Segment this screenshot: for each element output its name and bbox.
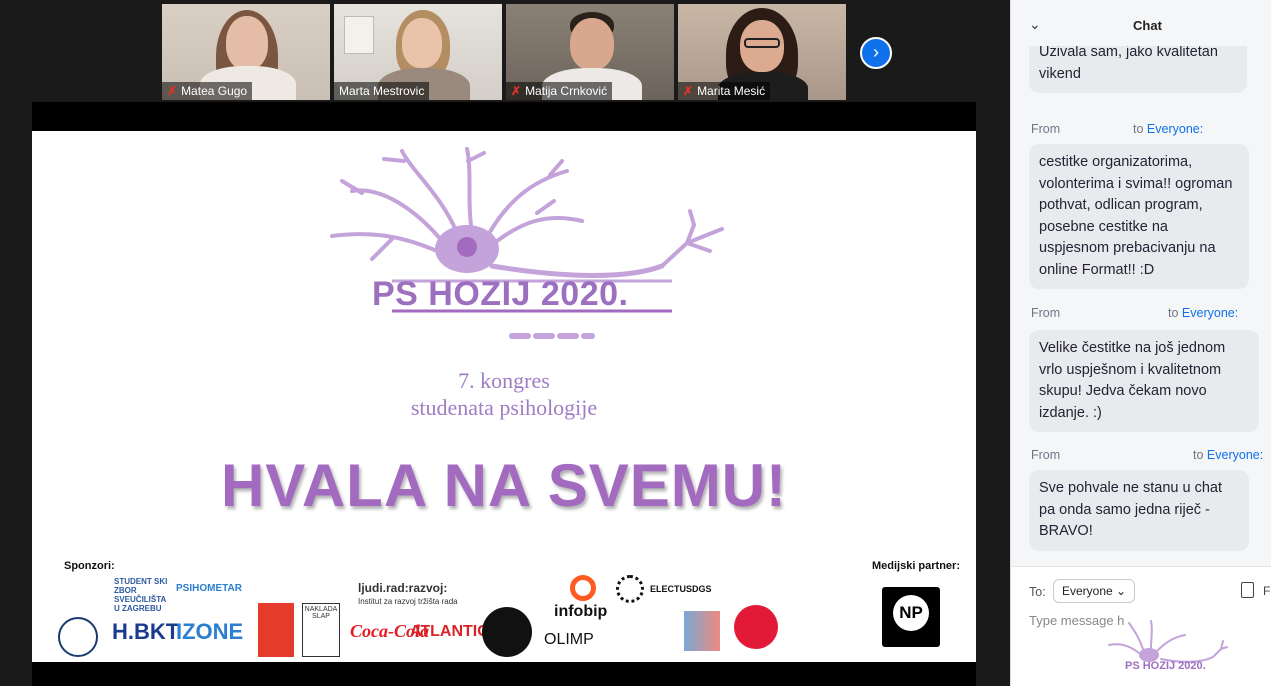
chat-message-recipient: to Everyone:: [1133, 122, 1204, 136]
sponsor-logo-olimp: OLIMP: [544, 631, 594, 648]
mic-muted-icon: ✗: [683, 84, 694, 98]
sponsor-logo-izone: IZONE: [176, 619, 244, 644]
slide-subtitle-line1: 7. kongres: [458, 368, 550, 393]
participant-name-tag: ✗ Matija Crnković: [506, 82, 613, 100]
participant-name-tag: Marta Mestrovic: [334, 82, 430, 100]
file-icon[interactable]: [1241, 582, 1254, 598]
participant-video-tile[interactable]: ✗ Matea Gugo: [162, 4, 330, 100]
chat-panel: Uzivala sam, jako kvalitetan vikend From…: [1010, 0, 1271, 686]
glasses: [744, 38, 780, 48]
participant-name: Matea Gugo: [181, 84, 248, 98]
file-button-label[interactable]: F: [1263, 584, 1270, 598]
sponsor-logo-orange-ring: [570, 575, 596, 601]
chat-message-bubble: Uzivala sam, jako kvalitetan vikend: [1029, 46, 1247, 93]
sponsor-logo-psihometar: PSIHOMETAR: [176, 583, 242, 594]
media-partner-logo: NP: [882, 587, 940, 647]
chat-message-from: From: [1031, 448, 1061, 462]
chevron-down-icon: ⌄: [1116, 584, 1127, 598]
chat-message-bubble: cestitke organizatorima, volonterima i s…: [1029, 144, 1249, 289]
sponsor-logo-naklada-slap: NAKLADA SLAP: [302, 603, 340, 657]
participant-name-tag: ✗ Marita Mesić: [678, 82, 771, 100]
sponsor-logo-red-tree: [258, 603, 294, 657]
mic-muted-icon: ✗: [167, 84, 178, 98]
slide-subtitle-line2: studenata psihologije: [410, 395, 598, 420]
participant-video-tile[interactable]: ✗ Marita Mesić: [678, 4, 846, 100]
sponsors-label: Sponzori:: [64, 560, 115, 572]
to-label: To:: [1029, 585, 1046, 599]
meeting-area: ✗ Matea Gugo Marta Mestrovic ✗ Matija Cr…: [0, 0, 1010, 686]
participant-name: Matija Crnković: [525, 84, 608, 98]
sponsor-logo-hbkt: H.BKT: [112, 619, 180, 644]
media-partner-label: Medijski partner:: [871, 560, 960, 572]
participant-name: Marita Mesić: [697, 84, 766, 98]
sponsor-logo-hpk-seal: [58, 617, 98, 657]
next-participants-button[interactable]: ›: [860, 37, 892, 69]
congress-logo-text: PS HOZIJ 2020.: [372, 275, 629, 313]
chat-message-bubble: Sve pohvale ne stanu u chat pa onda samo…: [1029, 470, 1249, 551]
sponsor-logo-institut: Institut za razvoj tržišta rada: [358, 597, 458, 606]
sponsor-logo-b-circle: [734, 605, 778, 649]
sponsor-logo-electusdgs: ELECTUSDGS: [650, 584, 712, 594]
sponsor-logo-igw: [482, 607, 532, 657]
participant-strip: ✗ Matea Gugo Marta Mestrovic ✗ Matija Cr…: [162, 4, 846, 100]
shared-slide: PS HOZIJ 2020. 7. kongres studenata psih…: [32, 131, 976, 662]
sponsor-logo-student-zbor: STUDENT SKI ZBOR SVEUČILIŠTA U ZAGREBU: [114, 577, 168, 613]
participant-video-tile-active-speaker[interactable]: Marta Mestrovic: [334, 4, 502, 100]
chat-message-from: From: [1031, 306, 1061, 320]
chat-header: ⌄ Chat: [1011, 0, 1271, 46]
chat-compose-area: To: Everyone ⌄ F Type message h PS HOZIJ…: [1011, 566, 1271, 686]
recipient-select[interactable]: Everyone ⌄: [1053, 579, 1136, 603]
wall-frame: [344, 16, 374, 54]
watermark-logo-text: PS HOZIJ 2020.: [1125, 660, 1206, 672]
sponsor-logo-faculty-cross: [684, 611, 720, 651]
chevron-right-icon: ›: [873, 42, 879, 62]
mic-muted-icon: ✗: [511, 84, 522, 98]
participant-video-tile[interactable]: ✗ Matija Crnković: [506, 4, 674, 100]
sponsor-logo-dotted-ring: [616, 575, 644, 603]
participant-name-tag: ✗ Matea Gugo: [162, 82, 253, 100]
sponsor-logo-infobip: infobip: [554, 603, 608, 620]
zoom-window: ✗ Matea Gugo Marta Mestrovic ✗ Matija Cr…: [0, 0, 1271, 686]
chat-message-from: From: [1031, 122, 1061, 136]
chat-message-recipient: to Everyone:: [1168, 306, 1239, 320]
participant-name: Marta Mestrovic: [339, 84, 425, 98]
chat-message-bubble: Velike čestitke na još jednom vrlo uspje…: [1029, 330, 1259, 432]
chat-message-list[interactable]: Uzivala sam, jako kvalitetan vikend From…: [1011, 46, 1271, 566]
slide-headline: HVALA NA SVEMU!: [220, 452, 788, 519]
chat-title: Chat: [1133, 18, 1162, 33]
sponsor-logo-atlantic: ATLANTIC: [410, 623, 489, 640]
sponsor-logo-ljudi-rad-razvoj: ljudi.rad:razvoj:: [358, 581, 448, 595]
chat-message-recipient: to Everyone:: [1193, 448, 1264, 462]
neuron-logo-watermark: [1108, 620, 1228, 663]
